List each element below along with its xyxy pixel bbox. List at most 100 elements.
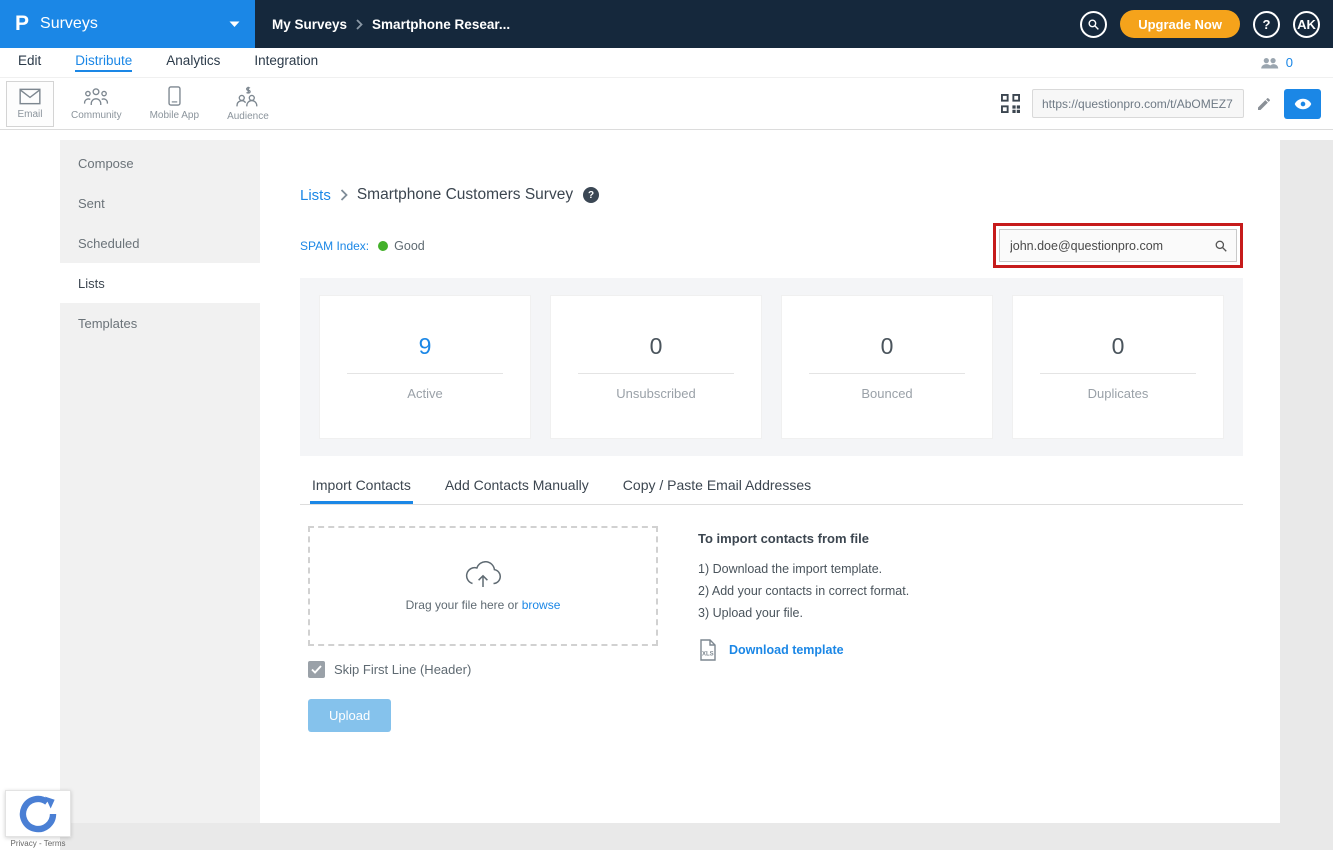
red-annotation-box (993, 223, 1243, 268)
import-instructions: To import contacts from file 1) Download… (698, 526, 909, 732)
download-template-link[interactable]: Download template (729, 643, 844, 657)
help-icon[interactable]: ? (1253, 10, 1280, 38)
stat-card-bounced[interactable]: 0 Bounced (781, 295, 993, 439)
top-bar: P Surveys My Surveys Smartphone Resear..… (0, 0, 1333, 48)
contact-tabs: Import Contacts Add Contacts Manually Co… (300, 468, 1243, 505)
skip-first-line-checkbox[interactable] (308, 661, 325, 678)
question-help-icon[interactable]: ? (583, 187, 600, 203)
stat-label: Bounced (861, 386, 913, 401)
avatar[interactable]: AK (1293, 10, 1320, 38)
app-name: Surveys (40, 15, 98, 32)
channel-community[interactable]: Community (60, 81, 133, 127)
channel-label: Community (71, 109, 122, 121)
content-column: Compose Sent Scheduled Lists Templates L… (60, 130, 1333, 850)
recaptcha-links: Privacy - Terms (10, 839, 66, 848)
channel-mobile-app[interactable]: Mobile App (139, 81, 210, 127)
spam-index-label: SPAM Index: (300, 238, 370, 253)
browse-link[interactable]: browse (522, 598, 561, 612)
dropzone-text: Drag your file here or browse (405, 597, 561, 612)
page-body: Compose Sent Scheduled Lists Templates L… (0, 130, 1333, 850)
terms-link[interactable]: Terms (44, 839, 66, 848)
dropdown-caret-icon (229, 21, 240, 28)
breadcrumb-survey-name[interactable]: Smartphone Resear... (372, 17, 510, 32)
tab-analytics[interactable]: Analytics (166, 53, 220, 72)
product-switcher[interactable]: P Surveys (0, 0, 255, 48)
privacy-link[interactable]: Privacy (11, 839, 37, 848)
bottom-filler (60, 823, 1333, 850)
spam-and-search-row: SPAM Index: Good (300, 222, 1243, 269)
contact-search-input[interactable] (999, 229, 1237, 262)
breadcrumb-lists-link[interactable]: Lists (300, 187, 331, 204)
svg-text:XLS: XLS (702, 651, 714, 657)
main-panel: Lists Smartphone Customers Survey ? SPAM… (260, 140, 1280, 823)
instruction-step: 1) Download the import template. (698, 562, 883, 576)
share-url-group (1001, 88, 1321, 119)
stat-value: 0 (880, 333, 894, 359)
tab-distribute[interactable]: Distribute (75, 53, 133, 72)
file-dropzone[interactable]: Drag your file here or browse (308, 526, 658, 646)
upgrade-now-button[interactable]: Upgrade Now (1120, 10, 1240, 38)
content-row: Compose Sent Scheduled Lists Templates L… (60, 140, 1333, 823)
spam-index-value: Good (394, 238, 425, 253)
channel-label: Mobile App (149, 110, 200, 121)
chevron-right-icon (356, 18, 363, 30)
sidebar-item-compose[interactable]: Compose (60, 143, 260, 183)
audience-icon (235, 86, 260, 107)
stat-card-duplicates[interactable]: 0 Duplicates (1012, 295, 1224, 439)
sidebar-item-templates[interactable]: Templates (60, 303, 260, 343)
recaptcha-badge: Privacy - Terms (5, 790, 71, 848)
distribute-toolbar: Email Community Mobile App Audience (0, 78, 1333, 130)
search-icon[interactable] (1080, 10, 1108, 38)
collaborators-icon (1260, 57, 1279, 69)
top-bar-actions: Upgrade Now ? AK (1080, 10, 1333, 38)
channel-audience[interactable]: Audience (216, 81, 280, 127)
list-title: Smartphone Customers Survey (356, 186, 574, 203)
qr-code-icon[interactable] (1001, 94, 1020, 113)
preview-eye-icon (1294, 98, 1312, 110)
survey-url-input[interactable] (1032, 89, 1244, 118)
preview-survey-button[interactable] (1284, 88, 1321, 119)
upload-button[interactable]: Upload (308, 699, 392, 732)
community-icon (83, 87, 109, 106)
upload-cloud-icon (464, 560, 502, 588)
tab-copy-paste-email-addresses[interactable]: Copy / Paste Email Addresses (621, 468, 813, 504)
contact-search (999, 229, 1237, 262)
search-field-icon[interactable] (1214, 239, 1228, 253)
tab-add-contacts-manually[interactable]: Add Contacts Manually (443, 468, 591, 504)
stat-label: Duplicates (1087, 386, 1149, 401)
stat-label: Active (407, 386, 443, 401)
download-template-row: XLS Download template (698, 638, 909, 661)
instruction-step: 2) Add your contacts in correct format. (698, 583, 910, 598)
tab-edit[interactable]: Edit (18, 53, 41, 72)
sidebar-item-sent[interactable]: Sent (60, 183, 260, 223)
checkbox-check-icon (311, 665, 322, 674)
email-icon (19, 88, 41, 105)
sidebar-item-scheduled[interactable]: Scheduled (60, 223, 260, 263)
channel-label: Email (17, 108, 43, 120)
tab-integration[interactable]: Integration (254, 53, 318, 72)
stat-card-active[interactable]: 9 Active (319, 295, 531, 439)
import-section: Drag your file here or browse Skip First… (300, 526, 1243, 732)
import-upload-column: Drag your file here or browse Skip First… (308, 526, 658, 732)
instructions-title: To import contacts from file (698, 531, 869, 546)
stat-value: 0 (649, 333, 663, 359)
stat-value: 9 (418, 333, 432, 359)
channel-email[interactable]: Email (6, 80, 54, 127)
email-sidebar: Compose Sent Scheduled Lists Templates (60, 140, 260, 823)
chevron-right-icon (340, 189, 348, 201)
collaborators[interactable]: 0 (1260, 55, 1315, 70)
section-nav: Edit Distribute Analytics Integration 0 (0, 48, 1333, 78)
channel-label: Audience (227, 110, 269, 122)
tab-import-contacts[interactable]: Import Contacts (310, 468, 413, 504)
stat-card-unsubscribed[interactable]: 0 Unsubscribed (550, 295, 762, 439)
recaptcha-logo (19, 795, 57, 833)
stat-value: 0 (1111, 333, 1125, 359)
breadcrumb-my-surveys[interactable]: My Surveys (272, 17, 347, 32)
breadcrumb: My Surveys Smartphone Resear... (272, 17, 510, 32)
instruction-step: 3) Upload your file. (698, 605, 803, 620)
recaptcha-card[interactable] (5, 790, 71, 837)
stat-label: Unsubscribed (616, 386, 696, 401)
xls-file-icon: XLS (698, 638, 718, 661)
sidebar-item-lists[interactable]: Lists (60, 263, 260, 303)
edit-pencil-icon[interactable] (1256, 96, 1272, 112)
